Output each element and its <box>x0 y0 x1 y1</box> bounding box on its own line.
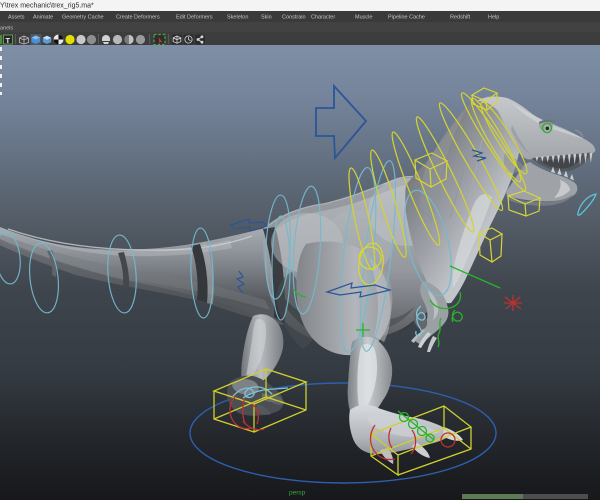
svg-text:Muscle: Muscle <box>355 15 372 21</box>
svg-text:Create Deformers: Create Deformers <box>116 15 160 21</box>
svg-text:Character: Character <box>311 15 335 21</box>
svg-text:Constrain: Constrain <box>282 15 306 21</box>
svg-text:Redshift: Redshift <box>450 15 471 21</box>
svg-text:Pipeline Cache: Pipeline Cache <box>388 15 425 21</box>
svg-text:Assets: Assets <box>8 15 25 21</box>
svg-text:Help: Help <box>488 15 499 21</box>
svg-text:Geometry Cache: Geometry Cache <box>62 15 104 21</box>
svg-text:Edit Deformers: Edit Deformers <box>176 15 213 21</box>
svg-text:Skeleton: Skeleton <box>227 15 248 21</box>
svg-text:anels: anels <box>0 26 13 32</box>
svg-text:Animate: Animate <box>33 15 53 21</box>
svg-text:Skin: Skin <box>261 15 272 21</box>
svg-text:T: T <box>6 36 11 45</box>
svg-text:Y\trex mechanic\trex_rig5.ma*: Y\trex mechanic\trex_rig5.ma* <box>0 3 94 10</box>
svg-text:persp: persp <box>289 490 306 497</box>
